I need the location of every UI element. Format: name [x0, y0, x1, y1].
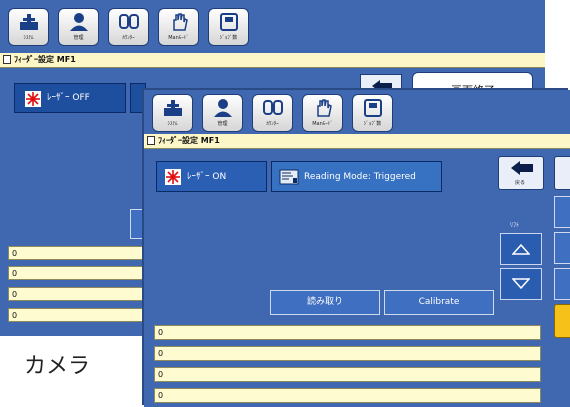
hand-icon — [172, 13, 188, 31]
lift-up-button[interactable] — [500, 233, 542, 265]
lift-down-button[interactable] — [500, 268, 542, 300]
front-admin-button[interactable]: 管理 — [202, 94, 243, 132]
side-button-2[interactable] — [554, 196, 570, 228]
calibrate-button-label: Calibrate — [418, 297, 460, 307]
counter-icon — [118, 14, 139, 29]
document-icon — [3, 55, 11, 64]
laser-on-label: ﾚｰｻﾞｰ ON — [187, 172, 227, 182]
job-button-label: ｼﾞｮﾌﾞ数 — [219, 35, 238, 41]
side-button-3[interactable] — [554, 232, 570, 264]
system-icon — [19, 14, 38, 30]
admin-button-label: 管理 — [73, 35, 84, 41]
back-field-1-value: 0 — [12, 249, 18, 258]
front-system-label: ｼｽﾃﾑ — [167, 121, 178, 127]
counter-icon — [262, 100, 283, 115]
back-field-3-value: 0 — [12, 290, 18, 299]
counter-button-label: ｶｳﾝﾀｰ — [122, 35, 135, 41]
manual-mode-label: Manﾓｰﾄﾞ — [168, 35, 189, 41]
laser-icon — [165, 169, 181, 185]
admin-button[interactable]: 管理 — [58, 8, 99, 46]
user-icon — [69, 13, 88, 31]
side-button-4[interactable] — [554, 268, 570, 300]
camera-label: カメラ — [24, 354, 91, 379]
laser-on-button[interactable]: ﾚｰｻﾞｰ ON — [156, 161, 267, 192]
counter-button[interactable]: ｶｳﾝﾀｰ — [108, 8, 149, 46]
front-manual-mode-button[interactable]: Manﾓｰﾄﾞ — [302, 94, 343, 132]
laser-off-label: ﾚｰｻﾞｰ OFF — [47, 93, 90, 103]
manual-mode-button[interactable]: Manﾓｰﾄﾞ — [158, 8, 199, 46]
lift-label: ﾘﾌﾄ — [510, 222, 520, 229]
return-label: 戻る — [515, 180, 526, 186]
front-window: ｼｽﾃﾑ 管理 ｶｳﾝﾀｰ Manﾓｰﾄﾞ ｼﾞｮﾌﾞ数 ﾌｨｰﾀﾞｰ設定 MF… — [144, 90, 570, 407]
reading-mode-label: Reading Mode: Triggered — [304, 172, 416, 182]
front-counter-label: ｶｳﾝﾀｰ — [266, 121, 279, 127]
back-field-3: 0 — [8, 287, 148, 301]
hand-icon — [316, 99, 332, 117]
system-button[interactable]: ｼｽﾃﾑ — [8, 8, 49, 46]
user-icon — [213, 99, 232, 117]
triangle-down-icon — [512, 278, 530, 290]
front-job-label: ｼﾞｮﾌﾞ数 — [363, 121, 382, 127]
side-button-1[interactable] — [554, 156, 570, 190]
back-field-4-value: 0 — [12, 311, 18, 320]
reading-mode-button[interactable]: Reading Mode: Triggered — [271, 161, 442, 192]
scanner-icon — [279, 169, 299, 185]
side-button-yellow[interactable] — [554, 304, 570, 338]
read-button-label: 読み取り — [306, 297, 343, 307]
front-title-bar: ﾌｨｰﾀﾞｰ設定 MF1 — [144, 134, 570, 149]
back-window-title: ﾌｨｰﾀﾞｰ設定 MF1 — [14, 55, 76, 64]
arrow-left-icon — [511, 161, 533, 175]
front-field-3-value: 0 — [158, 370, 164, 379]
front-admin-label: 管理 — [217, 121, 228, 127]
front-field-3: 0 — [154, 367, 541, 382]
job-button[interactable]: ｼﾞｮﾌﾞ数 — [208, 8, 249, 46]
laser-icon — [25, 91, 41, 107]
back-title-bar: ﾌｨｰﾀﾞｰ設定 MF1 — [0, 53, 545, 68]
front-field-1: 0 — [154, 325, 541, 340]
front-counter-button[interactable]: ｶｳﾝﾀｰ — [252, 94, 293, 132]
system-button-label: ｼｽﾃﾑ — [23, 35, 34, 41]
job-icon — [363, 99, 382, 117]
calibrate-button[interactable]: Calibrate — [384, 290, 494, 315]
front-window-title: ﾌｨｰﾀﾞｰ設定 MF1 — [158, 136, 220, 145]
document-icon — [147, 136, 155, 145]
front-job-button[interactable]: ｼﾞｮﾌﾞ数 — [352, 94, 393, 132]
front-field-2-value: 0 — [158, 349, 164, 358]
system-icon — [163, 100, 182, 116]
front-system-button[interactable]: ｼｽﾃﾑ — [152, 94, 193, 132]
front-field-1-value: 0 — [158, 328, 164, 337]
front-field-4: 0 — [154, 388, 541, 403]
front-field-2: 0 — [154, 346, 541, 361]
back-field-1: 0 — [8, 246, 148, 260]
laser-off-button[interactable]: ﾚｰｻﾞｰ OFF — [14, 83, 126, 113]
read-button[interactable]: 読み取り — [270, 290, 380, 315]
return-button[interactable]: 戻る — [498, 156, 544, 190]
back-field-2: 0 — [8, 266, 148, 280]
job-icon — [219, 13, 238, 31]
back-field-4: 0 — [8, 308, 148, 322]
front-manual-mode-label: Manﾓｰﾄﾞ — [312, 121, 333, 127]
front-field-4-value: 0 — [158, 391, 164, 400]
triangle-up-icon — [512, 243, 530, 255]
back-field-2-value: 0 — [12, 269, 18, 278]
